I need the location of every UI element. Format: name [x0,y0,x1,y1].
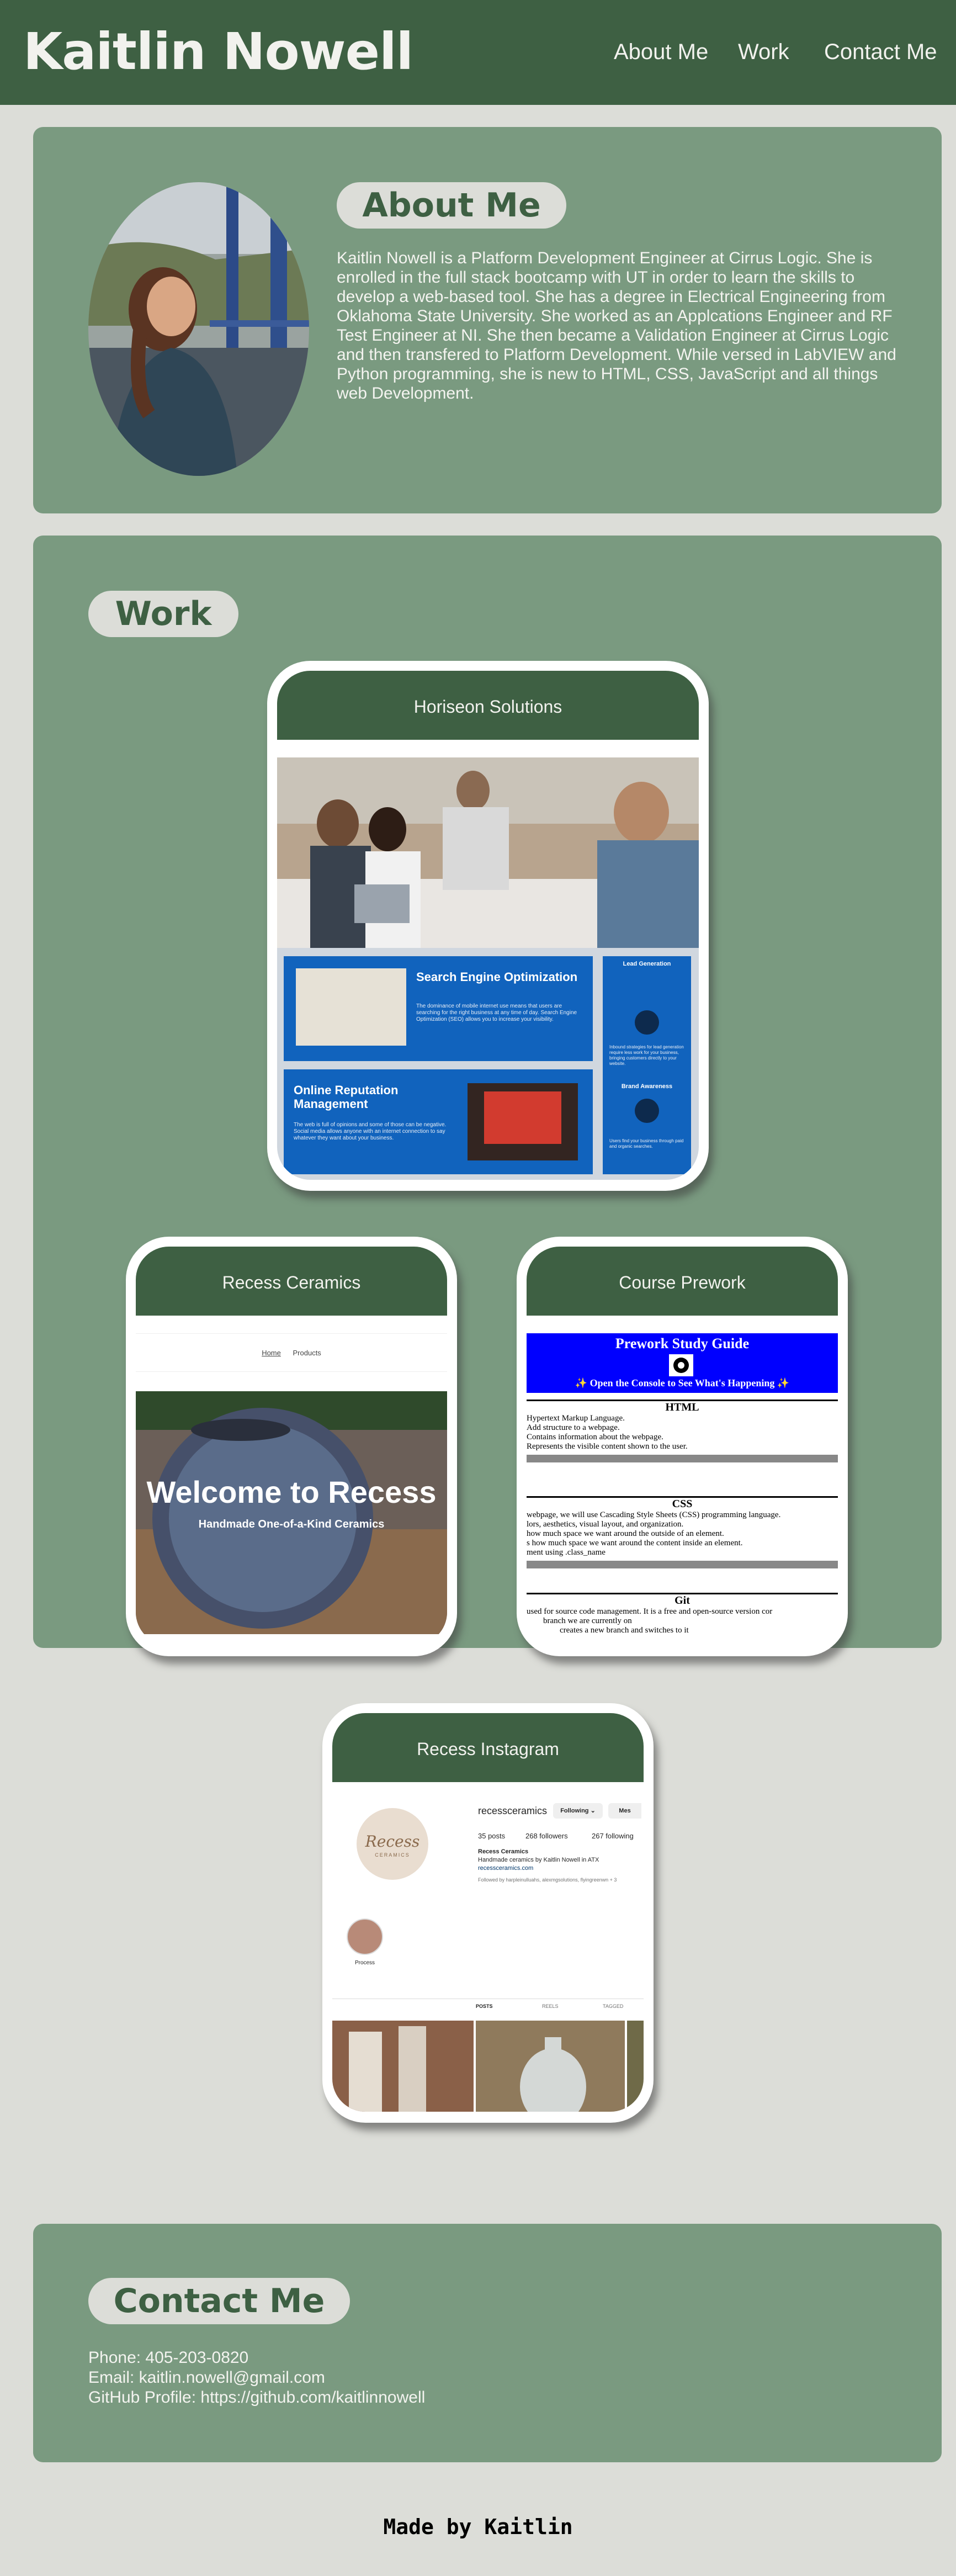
section-line: how much space we want around the outsid… [527,1529,724,1538]
section-line: branch we are currently on [543,1616,632,1625]
orm-body: The web is full of opinions and some of … [294,1122,447,1141]
section-line: webpage, we will use Cascading Style She… [527,1510,781,1519]
profile-tabs: POSTS REELS TAGGED [332,1999,644,2015]
logo-subtext: CERAMICS [375,1852,410,1858]
recess-nav-home[interactable]: Home [262,1349,281,1357]
prework-banner-title: Prework Study Guide [615,1335,750,1351]
instagram-username: recessceramics [478,1805,548,1816]
instagram-screenshot[interactable]: Recess CERAMICS recessceramics Following… [332,1800,644,2112]
side-title-lead: Lead Generation [623,961,671,967]
prework-section-git: Git used for source code management. It … [527,1593,838,1645]
section-line: ment using .class_name [527,1548,606,1557]
following-count[interactable]: 267 following [592,1832,634,1840]
section-title: Git [674,1594,690,1607]
section-line: Hypertext Markup Language. [527,1414,625,1423]
project-title: Recess Ceramics [136,1247,447,1316]
message-button[interactable]: Mes [608,1803,641,1819]
recess-hero-subtitle: Handmade One-of-a-Kind Ceramics [198,1518,385,1530]
section-line: creates a new branch and switches to it [560,1626,689,1635]
side-title-brand: Brand Awareness [621,1083,673,1090]
project-card-recess-ceramics[interactable]: Recess Ceramics Home Products Welcome to… [126,1237,457,1656]
side-body-lead: Inbound strategies for lead generation r… [609,1045,684,1066]
recess-nav-products[interactable]: Products [293,1349,321,1357]
followers-count[interactable]: 268 followers [525,1832,568,1840]
section-line: Contains information about the webpage. [527,1433,663,1441]
story-highlight[interactable] [347,1918,383,1955]
contact-section: Contact Me Phone: 405-203-0820 Email: ka… [33,2224,942,2462]
prework-screenshot[interactable]: Prework Study Guide ✨ Open the Console t… [527,1333,838,1645]
prework-section-css: CSS webpage, we will use Cascading Style… [527,1496,838,1593]
tab-reels[interactable]: REELS [542,2003,559,2009]
recess-screenshot[interactable]: Home Products Welcome to Recess Handmade… [136,1333,447,1645]
work-heading: Work [88,591,238,637]
project-card-course-prework[interactable]: Course Prework Prework Study Guide ✨ Ope… [517,1237,848,1656]
instagram-avatar: Recess CERAMICS [357,1808,428,1880]
logo-text: Recess [365,1832,420,1851]
following-button[interactable]: Following ⌄ [553,1803,603,1819]
about-heading: About Me [337,182,566,229]
side-body-brand: Users find your business through paid an… [609,1138,684,1149]
section-line: used for source code management. It is a… [527,1607,773,1616]
orm-title: Online Reputation Management [294,1083,399,1111]
section-divider [527,1561,838,1568]
posts-count: 35 posts [478,1832,506,1840]
section-line: Add structure to a webpage. [527,1423,620,1432]
horiseon-screenshot[interactable]: Search Engine Optimization The dominance… [277,757,699,1180]
project-title: Course Prework [527,1247,838,1316]
section-divider [527,1455,838,1462]
bio-link[interactable]: recessceramics.com [478,1865,533,1872]
profile-photo [88,182,309,476]
bio-name: Recess Ceramics [478,1848,529,1855]
project-title: Horiseon Solutions [277,671,699,740]
seo-title: Search Engine Optimization [416,970,578,984]
tab-tagged[interactable]: TAGGED [603,2003,623,2009]
about-text: Kaitlin Nowell is a Platform Development… [337,249,896,402]
section-line: s how much space we want around the cont… [527,1539,743,1547]
contact-email[interactable]: Email: kaitlin.nowell@gmail.com [88,2368,325,2388]
site-title: Kaitlin Nowell [23,22,413,81]
tab-posts[interactable]: POSTS [476,2003,493,2009]
nav-contact-me[interactable]: Contact Me [824,36,937,67]
contact-github[interactable]: GitHub Profile: https://github.com/kaitl… [88,2388,425,2408]
section-line: lors, aesthetics, visual layout, and org… [527,1520,684,1529]
bio-line: Handmade ceramics by Kaitlin Nowell in A… [478,1857,599,1863]
prework-banner-sub: ✨ Open the Console to See What's Happeni… [575,1377,790,1388]
followed-by: Followed by harpleinulluahs, alexmgsolut… [478,1877,617,1883]
section-line: Represents the visible content shown to … [527,1442,688,1451]
prework-section-html: HTML Hypertext Markup Language. Add stru… [527,1400,838,1496]
nav-work[interactable]: Work [738,36,789,67]
section-title: CSS [672,1498,693,1510]
project-card-horiseon[interactable]: Horiseon Solutions Search Engine Optimiz… [267,661,709,1191]
post-grid[interactable] [332,2021,644,2112]
project-card-recess-instagram[interactable]: Recess Instagram Recess CERAMICS recessc… [322,1703,654,2123]
nav-about-me[interactable]: About Me [614,36,708,67]
github-icon [669,1354,693,1376]
work-section: Work Horiseon Solutions Search Engine Op… [33,536,942,2123]
recess-hero-title: Welcome to Recess [146,1475,437,1509]
section-title: HTML [665,1401,699,1413]
contact-phone: Phone: 405-203-0820 [88,2349,249,2367]
project-title: Recess Instagram [332,1713,644,1782]
prework-banner: Prework Study Guide ✨ Open the Console t… [527,1333,838,1393]
about-section: About Me Kaitlin Nowell is a Platform De… [33,127,942,513]
contact-heading: Contact Me [88,2278,350,2324]
seo-body: The dominance of mobile internet use mea… [416,1003,577,1022]
recess-nav: Home Products [136,1333,447,1372]
site-header: Kaitlin Nowell About Me Work Contact Me [0,0,956,105]
footer-text: Made by Kaitlin [383,2515,573,2539]
highlight-label: Process [354,1960,375,1966]
